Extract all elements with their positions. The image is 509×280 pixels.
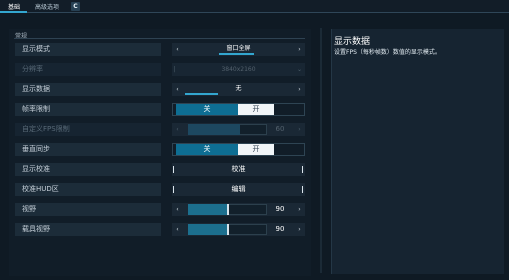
tab-basic[interactable]: 基础 — [8, 2, 20, 11]
description-text: 设置FPS（每秒帧数）数值的显示模式。 — [334, 49, 441, 56]
field-of-view-slider[interactable]: ‹ 90 › — [172, 203, 305, 216]
resolution-left-marker: | — [173, 66, 176, 73]
chevron-left-icon[interactable]: ‹ — [173, 223, 182, 236]
vsync-on[interactable]: 开 — [238, 144, 274, 155]
vsync-toggle[interactable]: 关 开 — [172, 143, 305, 156]
slider-thumb[interactable] — [227, 224, 229, 235]
custom-fps-slider[interactable]: ‹ 60 › — [172, 123, 305, 136]
description-title: 显示数据 — [334, 37, 371, 47]
tab-c[interactable]: C — [71, 2, 80, 11]
tab-advanced-options[interactable]: 高级选项 — [35, 2, 59, 11]
show-data-indicator — [185, 93, 218, 95]
section-divider — [14, 38, 305, 39]
chevron-left-icon[interactable]: ‹ — [173, 83, 182, 96]
description-panel — [331, 29, 504, 274]
edit-left-tick — [173, 186, 174, 193]
slider-fill — [188, 224, 227, 235]
slider-fill — [188, 204, 227, 215]
custom-fps-value: 60 — [275, 125, 285, 133]
frame-limit-toggle[interactable]: 关 开 — [172, 103, 305, 116]
slider-thumb[interactable] — [227, 204, 229, 215]
active-tab-indicator — [0, 11, 27, 13]
vehicle-field-of-view-value: 90 — [275, 225, 285, 233]
setting-label-display-mode: 显示模式 — [15, 43, 161, 56]
setting-label-vehicle-field-of-view: 载具视野 — [15, 223, 161, 236]
frame-limit-on[interactable]: 开 — [238, 104, 274, 115]
setting-label-frame-limit: 帧率限制 — [15, 103, 161, 116]
chevron-right-icon[interactable]: › — [295, 223, 304, 236]
slider-fill — [188, 124, 240, 135]
setting-label-custom-fps-limit: 自定义FPS限制 — [15, 123, 161, 136]
edit-label: 编辑 — [231, 185, 246, 193]
show-data-selector[interactable]: ‹ 无 › — [172, 83, 305, 96]
chevron-left-icon[interactable]: ‹ — [173, 123, 182, 136]
calibrate-label: 校准 — [231, 165, 246, 173]
settings-scrollbar[interactable] — [320, 28, 322, 273]
calibrate-right-tick — [302, 166, 303, 173]
edit-right-tick — [302, 186, 303, 193]
vsync-off[interactable]: 关 — [176, 144, 238, 155]
chevron-right-icon[interactable]: › — [295, 203, 304, 216]
setting-label-resolution: 分辨率 — [15, 63, 161, 76]
resolution-dropdown[interactable]: | 3840x2160 ⌄ — [172, 63, 305, 76]
setting-label-field-of-view: 视野 — [15, 203, 161, 216]
setting-label-show-data: 显示数据 — [15, 83, 161, 96]
setting-label-hud-calibration: 校准HUD区 — [15, 183, 161, 196]
chevron-left-icon[interactable]: ‹ — [173, 203, 182, 216]
edit-hud-button[interactable]: 编辑 — [172, 183, 305, 196]
calibrate-button[interactable]: 校准 — [172, 163, 305, 176]
field-of-view-value: 90 — [275, 205, 285, 213]
vehicle-field-of-view-slider[interactable]: ‹ 90 › — [172, 223, 305, 236]
chevron-right-icon[interactable]: › — [295, 83, 304, 96]
display-mode-selector[interactable]: ‹ 窗口全屏 › — [172, 43, 305, 56]
setting-label-vsync: 垂直同步 — [15, 143, 161, 156]
frame-limit-off[interactable]: 关 — [176, 104, 238, 115]
chevron-left-icon[interactable]: ‹ — [173, 43, 182, 56]
setting-label-display-calibration: 显示校准 — [15, 163, 161, 176]
top-tab-bar: 基础 高级选项 C — [0, 0, 509, 13]
chevron-right-icon[interactable]: › — [295, 123, 304, 136]
calibrate-left-tick — [173, 166, 174, 173]
chevron-down-icon[interactable]: ⌄ — [295, 63, 304, 76]
resolution-value: 3840x2160 — [221, 66, 256, 73]
chevron-right-icon[interactable]: › — [295, 43, 304, 56]
display-mode-indicator — [219, 53, 254, 55]
